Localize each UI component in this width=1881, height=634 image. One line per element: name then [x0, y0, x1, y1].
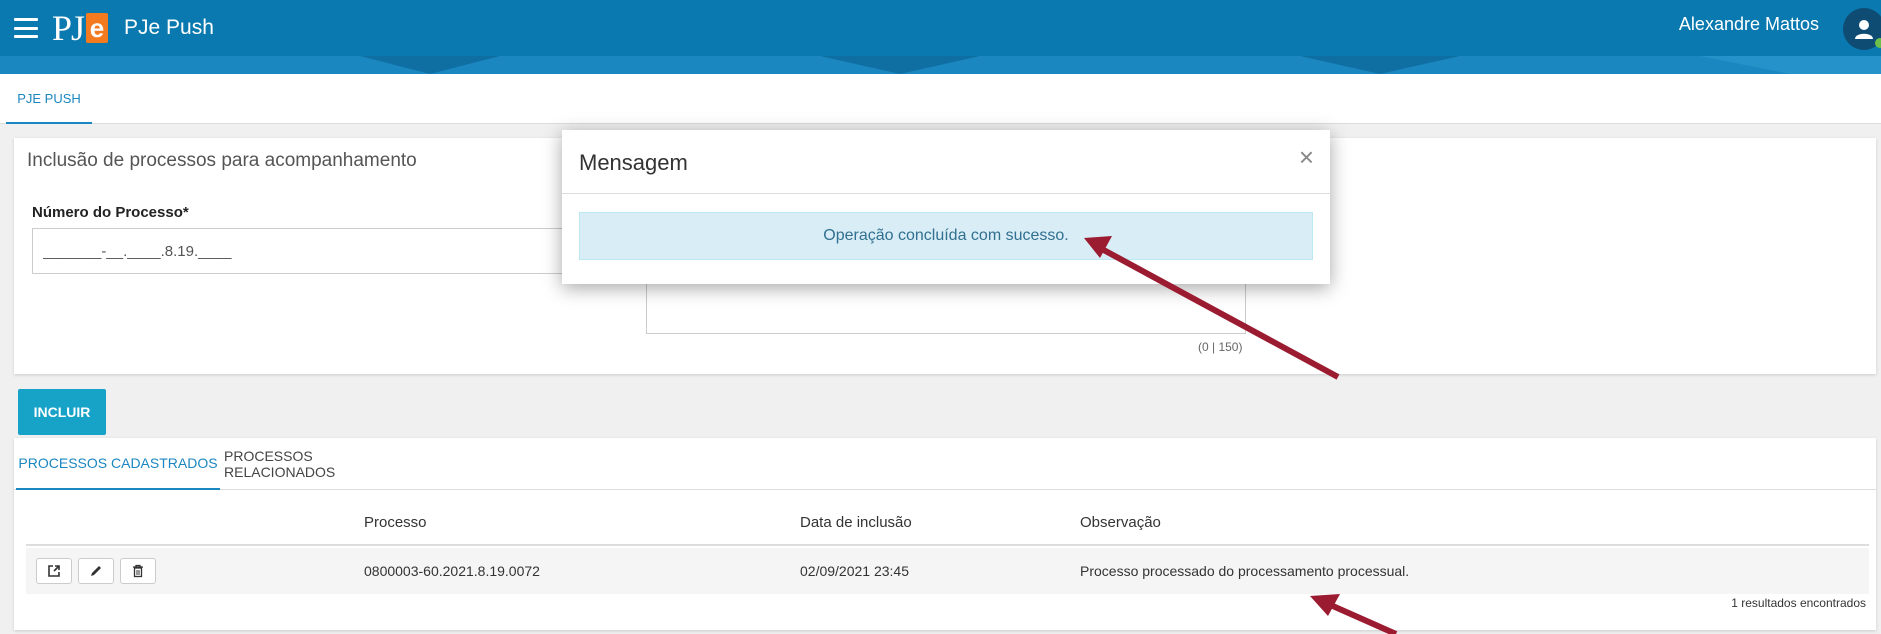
trash-icon [133, 564, 143, 578]
header-main: PJ e PJe Push Alexandre Mattos [0, 0, 1881, 56]
incluir-button[interactable]: INCLUIR [18, 389, 106, 435]
user-name[interactable]: Alexandre Mattos [1679, 14, 1819, 35]
cell-processo[interactable]: 0800003-60.2021.8.19.0072 [364, 548, 540, 594]
table-row: 0800003-60.2021.8.19.0072 02/09/2021 23:… [26, 548, 1869, 594]
header-band [0, 56, 1881, 74]
user-icon [1855, 20, 1873, 39]
cell-data-inclusao: 02/09/2021 23:45 [800, 563, 909, 579]
logo-pj-text: PJ [52, 8, 85, 48]
tab-pje-push[interactable]: PJE PUSH [6, 74, 92, 124]
top-bar: PJ e PJe Push Alexandre Mattos [0, 0, 1881, 74]
delete-process-button[interactable] [120, 558, 156, 584]
tab-processos-cadastrados[interactable]: PROCESSOS CADASTRADOS [16, 438, 220, 490]
tab-processos-relacionados[interactable]: PROCESSOS RELACIONADOS [224, 438, 414, 490]
menu-icon[interactable] [14, 18, 38, 38]
column-header-observacao: Observação [1080, 513, 1161, 531]
cell-observacao: Processo processado do processamento pro… [1080, 563, 1410, 579]
modal-header: Mensagem × [562, 130, 1330, 194]
success-alert: Operação concluída com sucesso. [579, 212, 1313, 260]
process-list-card: PROCESSOS CADASTRADOS PROCESSOS RELACION… [14, 438, 1876, 630]
message-modal: Mensagem × Operação concluída com sucess… [562, 130, 1330, 284]
form-title: Inclusão de processos para acompanhament… [27, 150, 417, 171]
char-counter: (0 | 150) [1198, 340, 1243, 354]
results-count: 1 resultados encontrados [1731, 596, 1866, 610]
online-status-dot [1875, 38, 1881, 48]
open-process-button[interactable] [36, 558, 72, 584]
pencil-icon [91, 566, 101, 576]
page-tabs: PJE PUSH [0, 74, 1881, 124]
column-header-data-inclusao: Data de inclusão [800, 513, 912, 531]
column-header-processo: Processo [364, 513, 427, 531]
list-tabs: PROCESSOS CADASTRADOS PROCESSOS RELACION… [14, 438, 1876, 490]
process-number-label: Número do Processo* [32, 204, 189, 221]
modal-title: Mensagem [579, 150, 688, 175]
process-number-input[interactable] [32, 228, 564, 274]
user-avatar[interactable] [1843, 8, 1881, 50]
close-icon[interactable]: × [1299, 144, 1314, 170]
pje-logo[interactable]: PJ e [52, 8, 109, 48]
app-title: PJe Push [124, 16, 214, 39]
edit-process-button[interactable] [78, 558, 114, 584]
logo-e-badge: e [86, 13, 109, 43]
table-header: Processo Data de inclusão Observação [26, 498, 1869, 546]
external-link-icon [48, 565, 60, 577]
